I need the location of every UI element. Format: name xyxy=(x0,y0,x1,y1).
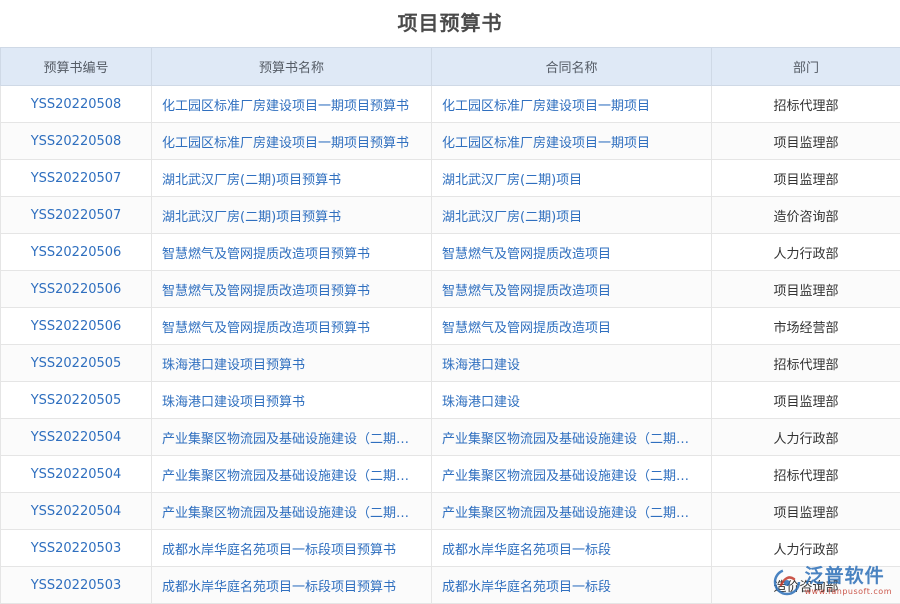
table-row[interactable]: YSS20220505珠海港口建设项目预算书珠海港口建设项目监理部 xyxy=(1,382,900,419)
budget-code-link[interactable]: YSS20220504 xyxy=(1,493,152,530)
page-title: 项目预算书 xyxy=(0,0,900,47)
table-row[interactable]: YSS20220504产业集聚区物流园及基础设施建设（二期…产业集聚区物流园及基… xyxy=(1,456,900,493)
watermark-url: www.fanpusoft.com xyxy=(805,588,892,596)
department-cell: 人力行政部 xyxy=(712,530,900,567)
budget-name-link[interactable]: 珠海港口建设项目预算书 xyxy=(152,382,432,419)
budget-name-link[interactable]: 成都水岸华庭名苑项目一标段项目预算书 xyxy=(152,567,432,604)
budget-code-link[interactable]: YSS20220507 xyxy=(1,160,152,197)
column-header-contract[interactable]: 合同名称 xyxy=(432,48,712,86)
department-cell: 招标代理部 xyxy=(712,456,900,493)
contract-name-link[interactable]: 珠海港口建设 xyxy=(432,345,712,382)
contract-name-link[interactable]: 化工园区标准厂房建设项目一期项目 xyxy=(432,123,712,160)
contract-name-link[interactable]: 产业集聚区物流园及基础设施建设（二期… xyxy=(432,493,712,530)
budget-name-link[interactable]: 产业集聚区物流园及基础设施建设（二期… xyxy=(152,419,432,456)
column-header-dept[interactable]: 部门 xyxy=(712,48,900,86)
column-header-name[interactable]: 预算书名称 xyxy=(152,48,432,86)
budget-name-link[interactable]: 产业集聚区物流园及基础设施建设（二期… xyxy=(152,456,432,493)
budget-name-link[interactable]: 化工园区标准厂房建设项目一期项目预算书 xyxy=(152,86,432,123)
budget-code-link[interactable]: YSS20220506 xyxy=(1,271,152,308)
table-row[interactable]: YSS20220504产业集聚区物流园及基础设施建设（二期…产业集聚区物流园及基… xyxy=(1,493,900,530)
department-cell: 项目监理部 xyxy=(712,160,900,197)
contract-name-link[interactable]: 化工园区标准厂房建设项目一期项目 xyxy=(432,86,712,123)
contract-name-link[interactable]: 湖北武汉厂房(二期)项目 xyxy=(432,197,712,234)
budget-name-link[interactable]: 智慧燃气及管网提质改造项目预算书 xyxy=(152,271,432,308)
table-row[interactable]: YSS20220508化工园区标准厂房建设项目一期项目预算书化工园区标准厂房建设… xyxy=(1,123,900,160)
budget-name-link[interactable]: 成都水岸华庭名苑项目一标段项目预算书 xyxy=(152,530,432,567)
department-cell: 项目监理部 xyxy=(712,493,900,530)
department-cell: 项目监理部 xyxy=(712,271,900,308)
watermark-name: 泛普软件 xyxy=(805,567,892,586)
table-row[interactable]: YSS20220507湖北武汉厂房(二期)项目预算书湖北武汉厂房(二期)项目项目… xyxy=(1,160,900,197)
contract-name-link[interactable]: 产业集聚区物流园及基础设施建设（二期… xyxy=(432,419,712,456)
budget-code-link[interactable]: YSS20220505 xyxy=(1,345,152,382)
column-header-code[interactable]: 预算书编号 xyxy=(1,48,152,86)
table-body: YSS20220508化工园区标准厂房建设项目一期项目预算书化工园区标准厂房建设… xyxy=(1,86,900,604)
table-row[interactable]: YSS20220507湖北武汉厂房(二期)项目预算书湖北武汉厂房(二期)项目造价… xyxy=(1,197,900,234)
table-row[interactable]: YSS20220508化工园区标准厂房建设项目一期项目预算书化工园区标准厂房建设… xyxy=(1,86,900,123)
table-row[interactable]: YSS20220503成都水岸华庭名苑项目一标段项目预算书成都水岸华庭名苑项目一… xyxy=(1,567,900,604)
budget-code-link[interactable]: YSS20220504 xyxy=(1,419,152,456)
budget-table: 预算书编号 预算书名称 合同名称 部门 YSS20220508化工园区标准厂房建… xyxy=(0,47,900,604)
budget-code-link[interactable]: YSS20220508 xyxy=(1,123,152,160)
budget-code-link[interactable]: YSS20220507 xyxy=(1,197,152,234)
budget-name-link[interactable]: 湖北武汉厂房(二期)项目预算书 xyxy=(152,197,432,234)
department-cell: 人力行政部 xyxy=(712,419,900,456)
budget-name-link[interactable]: 化工园区标准厂房建设项目一期项目预算书 xyxy=(152,123,432,160)
contract-name-link[interactable]: 珠海港口建设 xyxy=(432,382,712,419)
contract-name-link[interactable]: 产业集聚区物流园及基础设施建设（二期… xyxy=(432,456,712,493)
table-row[interactable]: YSS20220505珠海港口建设项目预算书珠海港口建设招标代理部 xyxy=(1,345,900,382)
table-header-row: 预算书编号 预算书名称 合同名称 部门 xyxy=(1,48,900,86)
contract-name-link[interactable]: 智慧燃气及管网提质改造项目 xyxy=(432,271,712,308)
table-row[interactable]: YSS20220506智慧燃气及管网提质改造项目预算书智慧燃气及管网提质改造项目… xyxy=(1,271,900,308)
budget-name-link[interactable]: 湖北武汉厂房(二期)项目预算书 xyxy=(152,160,432,197)
department-cell: 市场经营部 xyxy=(712,308,900,345)
budget-code-link[interactable]: YSS20220504 xyxy=(1,456,152,493)
budget-code-link[interactable]: YSS20220506 xyxy=(1,308,152,345)
department-cell: 项目监理部 xyxy=(712,382,900,419)
budget-code-link[interactable]: YSS20220503 xyxy=(1,567,152,604)
contract-name-link[interactable]: 智慧燃气及管网提质改造项目 xyxy=(432,308,712,345)
watermark: 泛普软件 www.fanpusoft.com xyxy=(773,567,892,596)
table-row[interactable]: YSS20220506智慧燃气及管网提质改造项目预算书智慧燃气及管网提质改造项目… xyxy=(1,234,900,271)
budget-code-link[interactable]: YSS20220506 xyxy=(1,234,152,271)
table-row[interactable]: YSS20220503成都水岸华庭名苑项目一标段项目预算书成都水岸华庭名苑项目一… xyxy=(1,530,900,567)
budget-name-link[interactable]: 珠海港口建设项目预算书 xyxy=(152,345,432,382)
table-row[interactable]: YSS20220504产业集聚区物流园及基础设施建设（二期…产业集聚区物流园及基… xyxy=(1,419,900,456)
contract-name-link[interactable]: 成都水岸华庭名苑项目一标段 xyxy=(432,530,712,567)
department-cell: 造价咨询部 xyxy=(712,197,900,234)
department-cell: 招标代理部 xyxy=(712,86,900,123)
budget-code-link[interactable]: YSS20220505 xyxy=(1,382,152,419)
budget-name-link[interactable]: 产业集聚区物流园及基础设施建设（二期… xyxy=(152,493,432,530)
contract-name-link[interactable]: 成都水岸华庭名苑项目一标段 xyxy=(432,567,712,604)
budget-name-link[interactable]: 智慧燃气及管网提质改造项目预算书 xyxy=(152,234,432,271)
department-cell: 招标代理部 xyxy=(712,345,900,382)
budget-code-link[interactable]: YSS20220508 xyxy=(1,86,152,123)
budget-code-link[interactable]: YSS20220503 xyxy=(1,530,152,567)
department-cell: 人力行政部 xyxy=(712,234,900,271)
table-row[interactable]: YSS20220506智慧燃气及管网提质改造项目预算书智慧燃气及管网提质改造项目… xyxy=(1,308,900,345)
contract-name-link[interactable]: 湖北武汉厂房(二期)项目 xyxy=(432,160,712,197)
contract-name-link[interactable]: 智慧燃气及管网提质改造项目 xyxy=(432,234,712,271)
fanpu-logo-icon xyxy=(773,568,801,596)
budget-name-link[interactable]: 智慧燃气及管网提质改造项目预算书 xyxy=(152,308,432,345)
department-cell: 项目监理部 xyxy=(712,123,900,160)
